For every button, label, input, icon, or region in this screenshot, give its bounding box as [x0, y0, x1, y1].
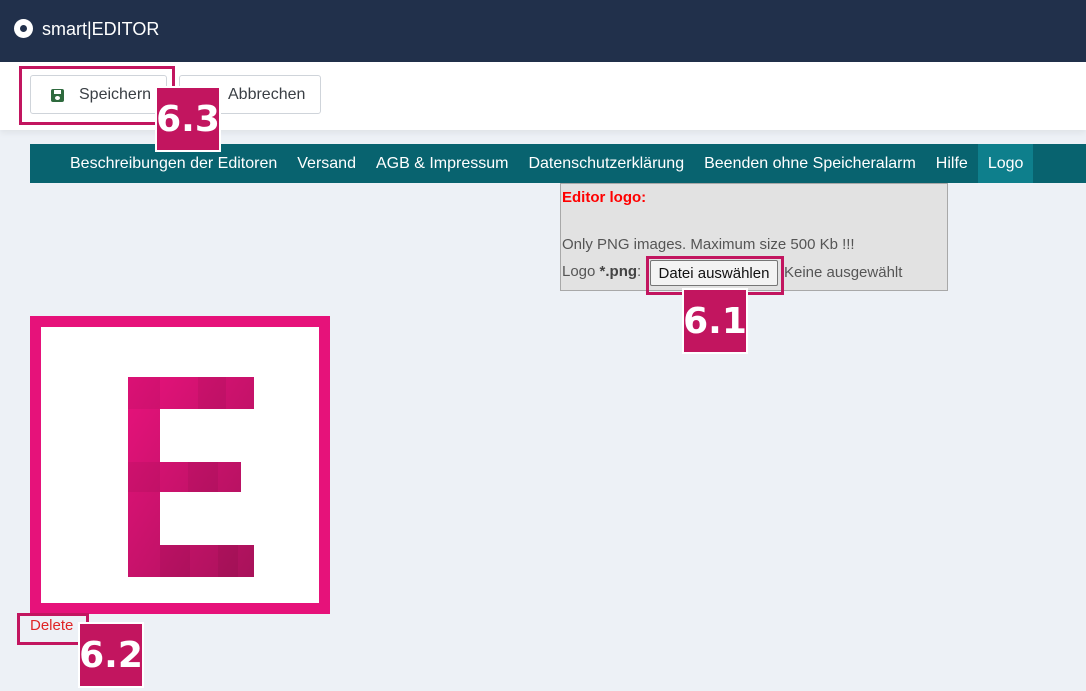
circle-dot-icon: [14, 19, 33, 38]
nav-item-datenschutz[interactable]: Datenschutzerklärung: [518, 144, 694, 183]
cancel-button-label: Abbrechen: [228, 86, 306, 103]
delete-logo-link[interactable]: Delete: [30, 617, 73, 634]
nav-item-logo[interactable]: Logo: [977, 144, 1034, 183]
nav-item-beenden[interactable]: Beenden ohne Speicheralarm: [694, 144, 926, 183]
annotation-marker-6-3: 6.3: [155, 86, 221, 152]
logo-field-label-prefix: Logo: [562, 263, 600, 280]
save-button-label: Speichern: [79, 86, 152, 103]
nav-item-versand[interactable]: Versand: [287, 144, 366, 183]
logo-letter-e-image: [128, 377, 254, 577]
logo-field-label-suffix: :: [637, 263, 642, 280]
app-title: smart|EDITOR: [42, 19, 160, 39]
panel-title: Editor logo:: [562, 189, 647, 206]
nav-item-agb-impressum[interactable]: AGB & Impressum: [366, 144, 518, 183]
logo-field-label-ext: *.png: [599, 263, 638, 280]
annotation-marker-6-1: 6.1: [682, 288, 748, 354]
logo-preview-inner: [41, 327, 319, 603]
logo-panel: Editor logo: Only PNG images. Maximum si…: [560, 183, 948, 291]
logo-preview: [30, 316, 330, 614]
logo-field-label: Logo *.png:: [562, 263, 641, 280]
panel-hint: Only PNG images. Maximum size 500 Kb !!!: [562, 236, 855, 253]
floppy-disk-icon: [51, 89, 64, 102]
file-status: Keine ausgewählt: [784, 264, 903, 281]
file-choose-button[interactable]: Datei auswählen: [650, 260, 778, 286]
annotation-marker-6-2: 6.2: [78, 622, 144, 688]
nav-item-hilfe[interactable]: Hilfe: [926, 144, 978, 183]
save-button[interactable]: Speichern: [30, 75, 167, 114]
app-header: smart|EDITOR: [0, 0, 1086, 62]
